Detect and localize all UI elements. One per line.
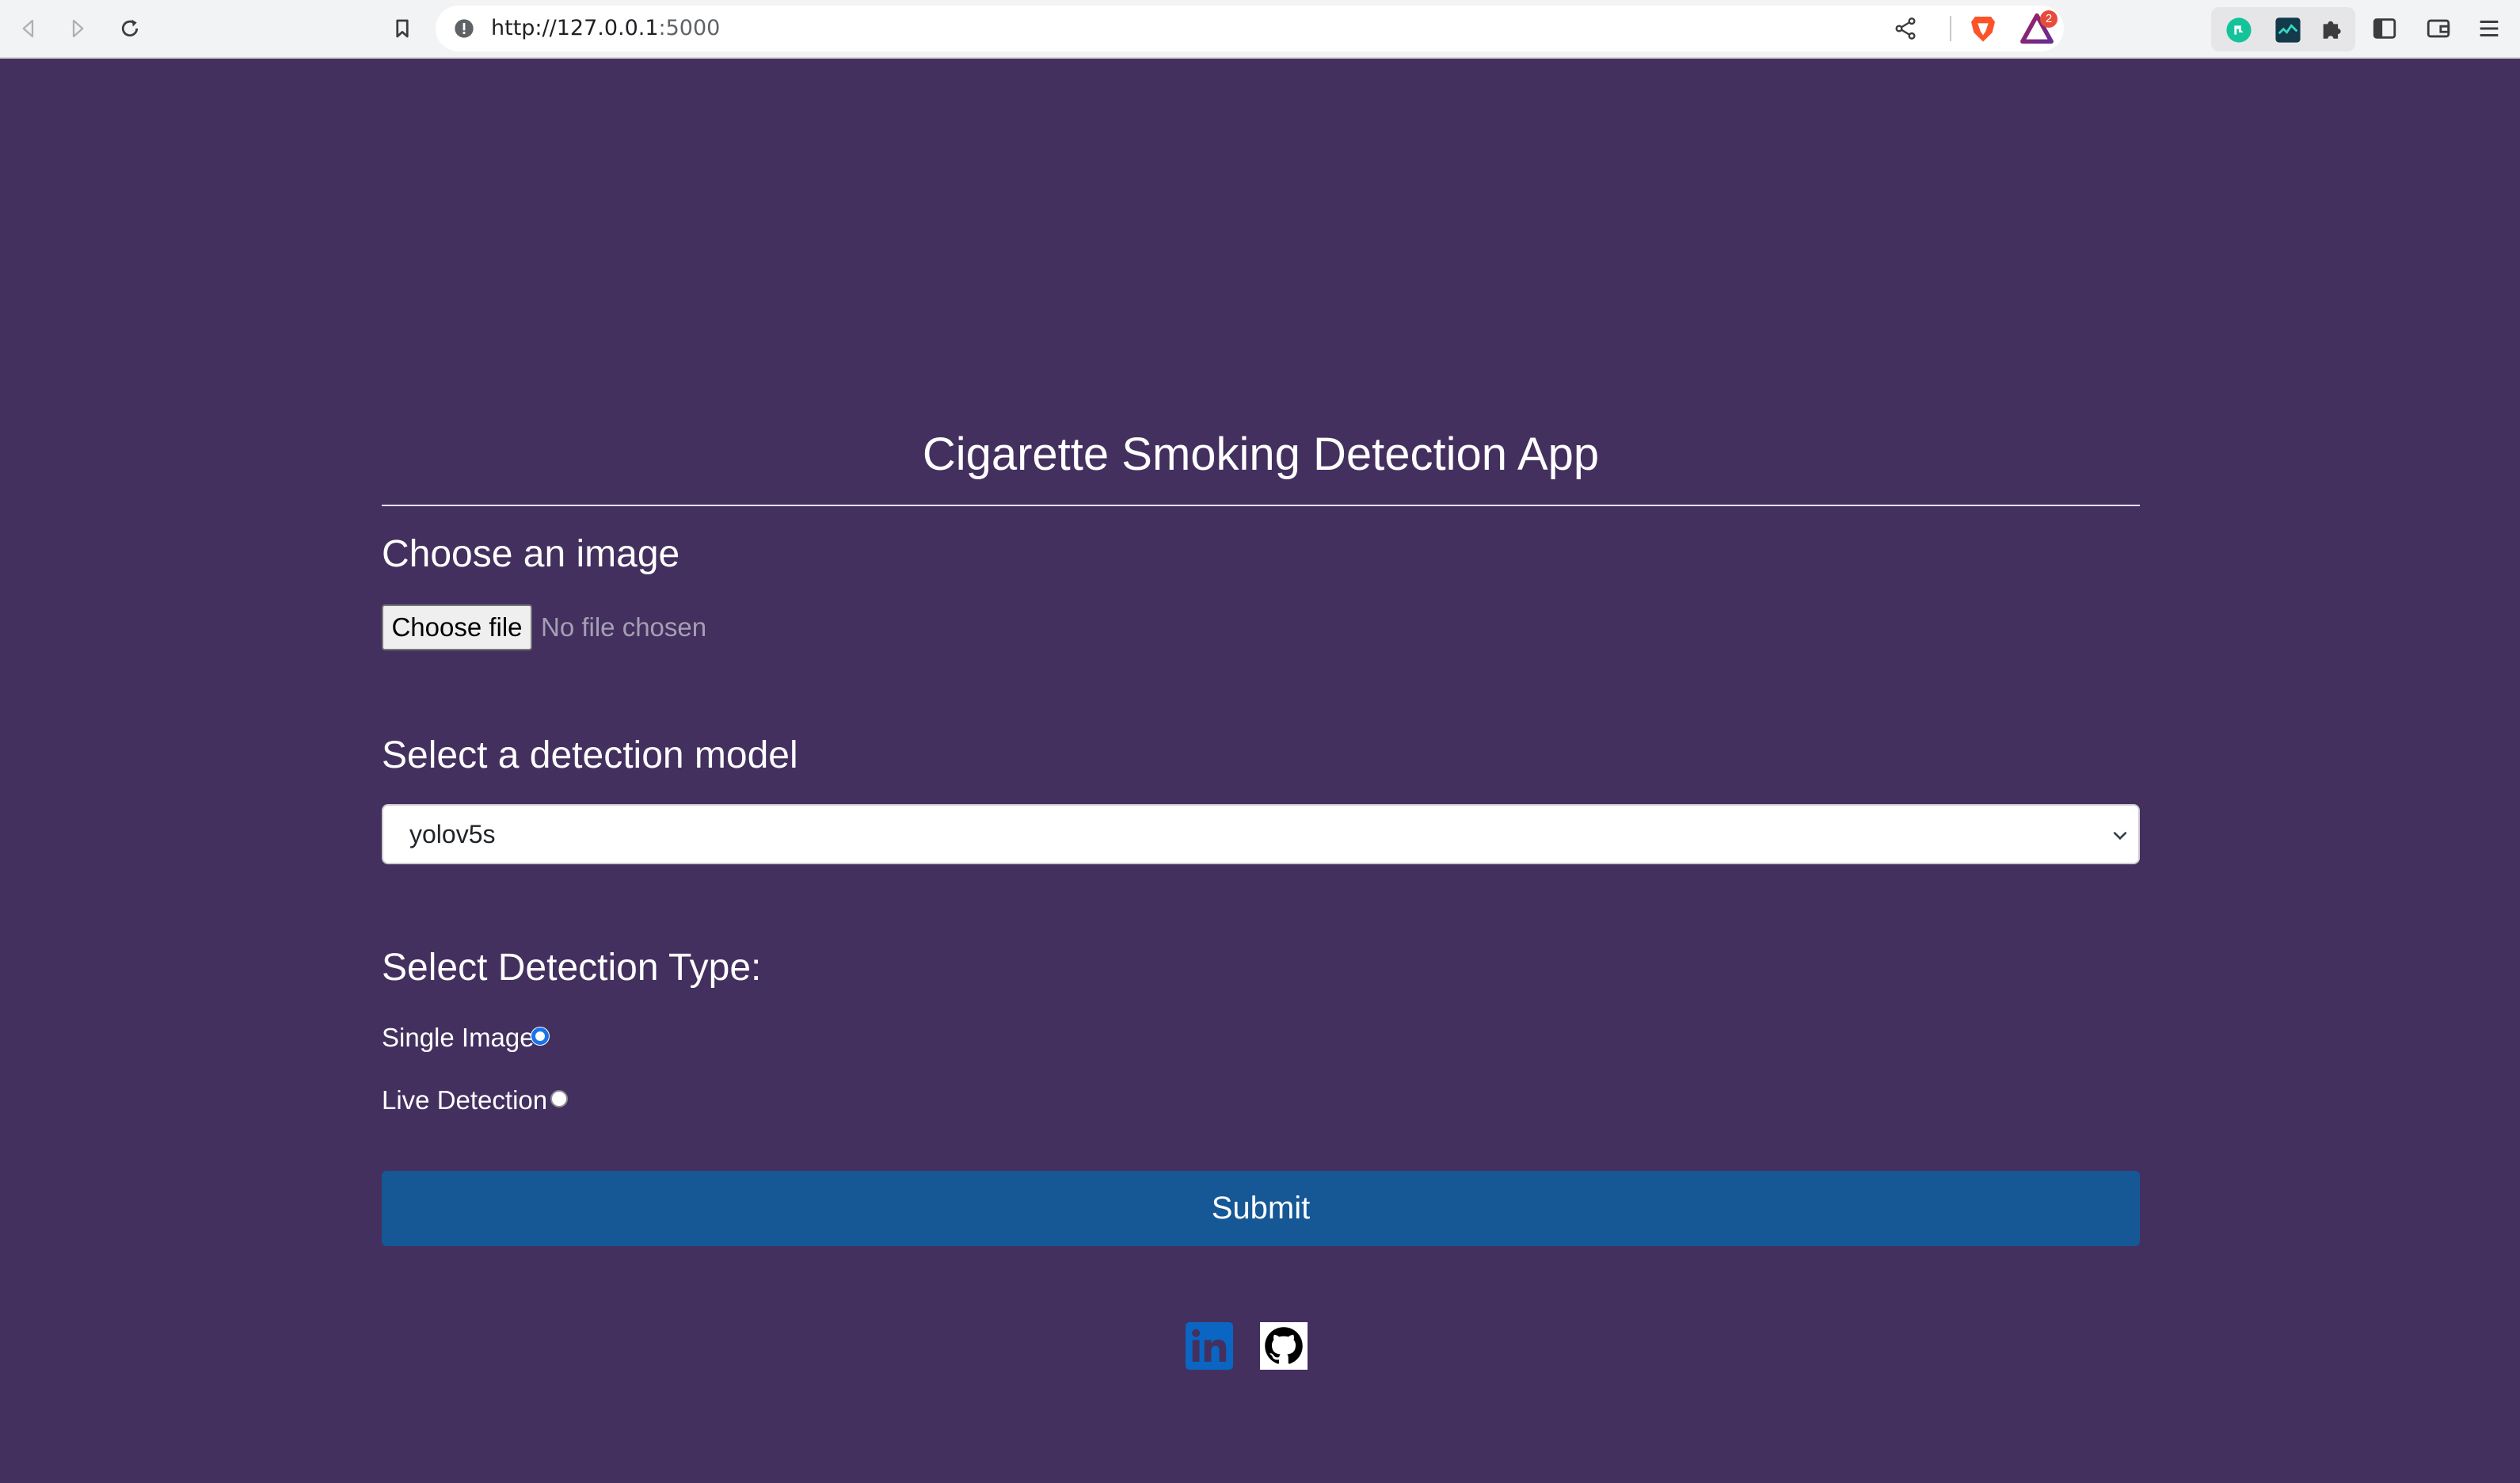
page-title: Cigarette Smoking Detection App [922, 429, 1600, 480]
model-select[interactable]: yolov5s [382, 804, 2140, 864]
single-image-label[interactable]: Single Image [382, 1020, 535, 1055]
url-separator [1950, 16, 1951, 41]
wallet-icon[interactable] [2425, 15, 2452, 42]
live-detection-label[interactable]: Live Detection [382, 1083, 547, 1118]
url-text[interactable]: http://127.0.0.1:5000 [491, 6, 720, 51]
browser-toolbar: http://127.0.0.1:5000 2 [0, 0, 2520, 59]
url-port: :5000 [658, 16, 721, 40]
rewards-badge: 2 [2040, 10, 2057, 28]
detection-type-heading: Select Detection Type: [382, 947, 762, 989]
grammarly-icon[interactable] [2225, 17, 2252, 44]
title-divider [382, 505, 2140, 506]
forward-icon[interactable] [60, 11, 95, 46]
file-status-text: No file chosen [541, 612, 707, 642]
linkedin-icon[interactable] [1186, 1322, 1233, 1370]
address-bar[interactable]: http://127.0.0.1:5000 2 [436, 6, 2064, 51]
back-icon[interactable] [11, 11, 46, 46]
single-image-radio[interactable] [531, 1027, 549, 1045]
bookmark-icon[interactable] [385, 11, 420, 46]
sidebar-icon[interactable] [2371, 15, 2398, 42]
live-detection-radio[interactable] [550, 1090, 568, 1107]
submit-button[interactable]: Submit [382, 1171, 2140, 1246]
url-host: http://127.0.0.1 [491, 16, 659, 40]
extension-icon[interactable] [2274, 17, 2301, 44]
menu-icon[interactable] [2476, 15, 2503, 42]
site-info-icon[interactable] [453, 17, 475, 40]
choose-image-heading: Choose an image [382, 533, 680, 575]
model-heading: Select a detection model [382, 734, 798, 776]
model-select-value: yolov5s [409, 820, 496, 848]
choose-file-button[interactable]: Choose file [382, 604, 532, 650]
puzzle-icon[interactable] [2319, 15, 2346, 42]
github-icon[interactable] [1260, 1322, 1308, 1370]
reload-icon[interactable] [112, 11, 147, 46]
brave-shields-icon[interactable] [1967, 13, 1999, 44]
chevron-down-icon [2113, 831, 2127, 841]
share-icon[interactable] [1893, 16, 1918, 41]
